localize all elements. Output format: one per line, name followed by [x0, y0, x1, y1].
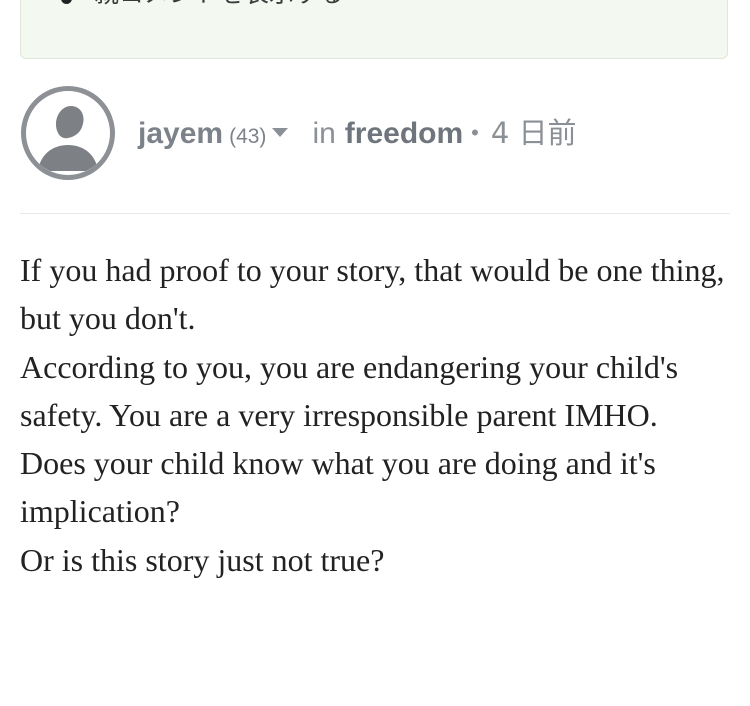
author-name-link[interactable]: jayem: [138, 117, 223, 151]
parent-comment-item[interactable]: 親コメントを表示する: [61, 0, 344, 9]
bullet-dot-icon: [61, 0, 72, 4]
post-header: jayem (43) in freedom • 4 日前: [20, 85, 730, 181]
caret-down-icon[interactable]: [272, 128, 289, 137]
comment-paragraph: If you had proof to your story, that wou…: [20, 252, 725, 337]
in-label: in: [312, 117, 336, 150]
show-parent-comment-link[interactable]: 親コメントを表示する: [94, 0, 344, 9]
post-timestamp[interactable]: 4 日前: [491, 110, 577, 152]
comment-paragraph: According to you, you are endangering yo…: [20, 348, 679, 433]
comment-body: If you had proof to your story, that wou…: [20, 246, 730, 584]
comment-paragraph: Does your child know what you are doing …: [20, 445, 656, 530]
header-divider: [20, 213, 730, 214]
community-link[interactable]: freedom: [345, 117, 463, 151]
post-meta: jayem (43) in freedom • 4 日前: [138, 110, 577, 152]
default-user-avatar-icon[interactable]: [20, 85, 116, 181]
author-reputation: (43): [229, 125, 267, 148]
meta-separator: •: [471, 120, 479, 145]
comment-paragraph: Or is this story just not true?: [20, 541, 385, 578]
parent-comment-box: 親コメントを表示する: [20, 0, 728, 59]
